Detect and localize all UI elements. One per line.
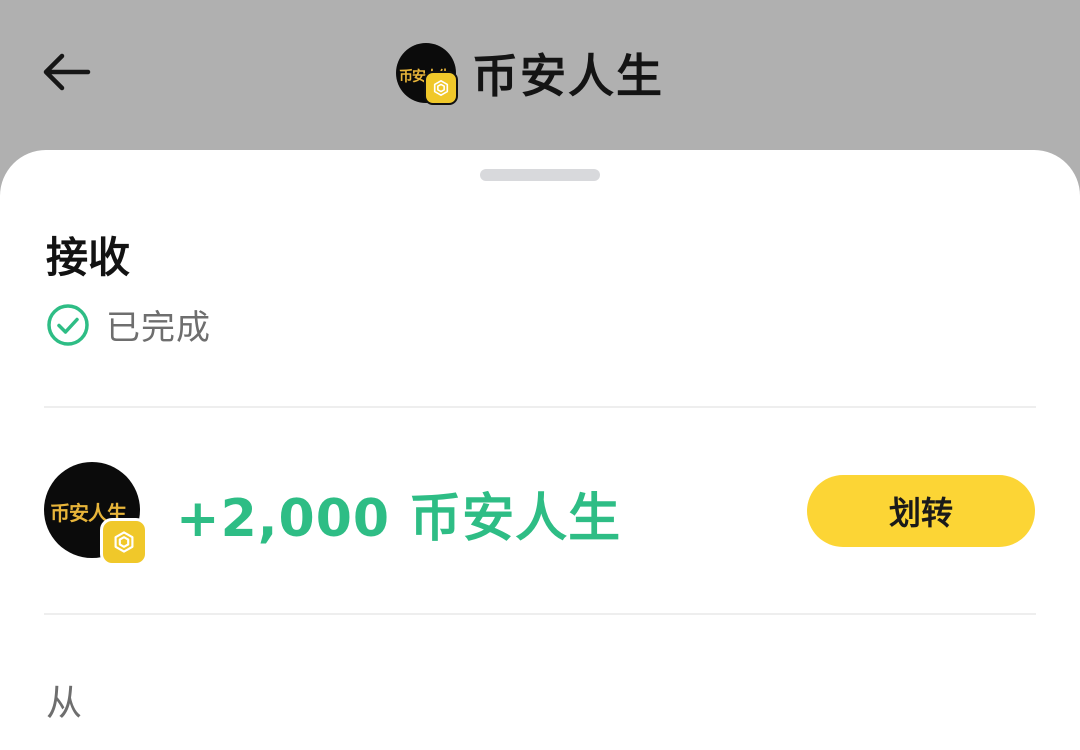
divider — [44, 406, 1036, 408]
divider — [44, 613, 1036, 615]
top-bar: 币安人生 币安人生 — [0, 0, 1080, 150]
transaction-detail-sheet: 接收 已完成 币安人生 +2,000 币安人生 划转 从 — [0, 150, 1080, 750]
sheet-drag-handle[interactable] — [480, 169, 600, 181]
transaction-type-heading: 接收 — [46, 233, 131, 282]
transaction-status: 已完成 — [46, 300, 211, 349]
arrow-left-icon — [43, 53, 91, 91]
bnb-chain-badge-icon — [100, 518, 148, 566]
page-title: 币安人生 — [472, 49, 664, 103]
from-label: 从 — [46, 683, 83, 724]
status-label: 已完成 — [106, 308, 211, 348]
page-title-group: 币安人生 币安人生 — [396, 40, 664, 106]
token-avatar: 币安人生 — [396, 43, 458, 105]
transaction-amount: +2,000 币安人生 — [176, 489, 622, 549]
check-circle-icon — [47, 303, 89, 346]
bnb-chain-badge-icon — [424, 71, 458, 105]
transfer-button[interactable]: 划转 — [807, 475, 1035, 547]
token-avatar-large: 币安人生 — [44, 462, 148, 566]
back-button[interactable] — [40, 50, 92, 94]
amount-row: 币安人生 +2,000 币安人生 划转 — [44, 462, 1036, 566]
